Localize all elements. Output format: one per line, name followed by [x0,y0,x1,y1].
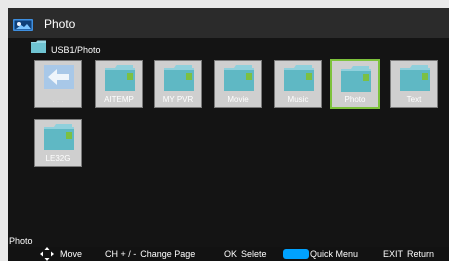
folder-icon [400,65,430,96]
folder-tile-aitemp[interactable]: AITEMP [95,60,143,108]
blue-key-icon [283,249,309,259]
return-label: Return [407,249,435,259]
folder-tile-text[interactable]: Text [390,60,438,108]
exit-hint: EXIT Return [383,247,434,261]
folder-icon [105,65,135,96]
status-label: Photo [9,236,33,246]
ok-key-label: OK [224,249,238,259]
quick-menu-hint: Quick Menu [310,249,359,259]
move-hint: Move [60,249,83,259]
tile-label: LE32G [45,154,71,163]
select-label: Selete [241,249,267,259]
folder-tile-movie[interactable]: Movie [214,60,262,108]
ch-key-label: CH + / - [105,249,137,259]
folder-tile-photo[interactable]: Photo [330,59,380,109]
change-page-label: Change Page [140,249,196,259]
tile-label: MY PVR [162,95,194,104]
key-hint-bar: Move CH + / - Change Page OK Selete Quick … [8,247,449,261]
file-grid: . . . AITEMP MY PVR Movie Music Photo Te… [8,8,449,208]
change-page-hint: CH + / - Change Page [105,247,195,261]
tile-label: Text [406,95,422,104]
folder-icon [164,65,194,96]
media-browser-screen: Photo USB1/Photo . . . AITEMP MY PVR Mov… [8,8,449,261]
exit-key-label: EXIT [383,249,404,259]
tile-label: . . . [52,95,64,104]
folder-tile-my-pvr[interactable]: MY PVR [154,60,202,108]
dpad-icon [40,247,54,261]
folder-icon [224,65,254,96]
folder-icon [44,124,74,155]
select-hint: OK Selete [224,247,267,261]
back-arrow-icon [44,65,74,94]
folder-tile-music[interactable]: Music [274,60,322,108]
tile-label: AITEMP [104,95,134,104]
parent-folder-tile[interactable]: . . . [34,60,82,108]
folder-icon [284,65,314,96]
tile-label: Movie [227,95,249,104]
folder-icon [341,66,371,97]
tile-label: Music [287,95,309,104]
folder-tile-le32g[interactable]: LE32G [34,119,82,167]
tile-label: Photo [344,95,366,104]
